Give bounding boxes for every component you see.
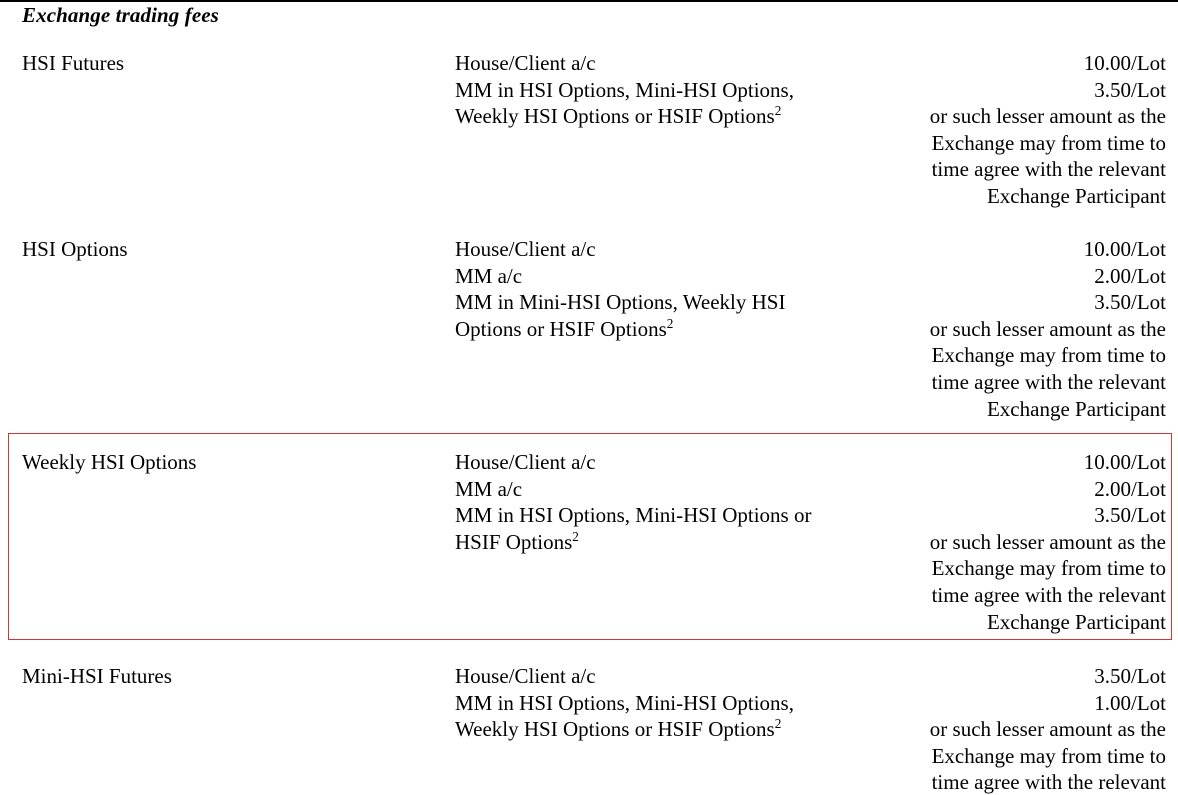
fee-rate-note: Exchange Participant xyxy=(986,396,1166,421)
page-title: Exchange trading fees xyxy=(22,3,219,27)
fee-rate-note: Exchange may from time to xyxy=(931,743,1166,768)
fee-basis-line: Weekly HSI Options or HSIF Options2 xyxy=(455,716,885,743)
fee-basis-line: HSIF Options2 xyxy=(455,529,885,556)
fee-basis-line-text: Weekly HSI Options or HSIF Options xyxy=(455,104,775,129)
document-page: Exchange trading fees HSI Futures House/… xyxy=(0,0,1178,795)
fee-rate-note: time agree with the relevant xyxy=(931,770,1166,795)
fee-basis-line: House/Client a/c xyxy=(455,51,596,75)
fee-rate-note: or such lesser amount as the xyxy=(929,104,1166,129)
fee-rate-cell: 10.00/Lot 2.00/Lot 3.50/Lot or such less… xyxy=(866,236,1166,422)
fee-rate-value: 1.00/Lot xyxy=(1094,690,1166,715)
fee-rate-note: Exchange may from time to xyxy=(931,130,1166,155)
fee-rate-note: Exchange Participant xyxy=(986,609,1166,634)
footnote-marker: 2 xyxy=(774,103,782,119)
product-name: Weekly HSI Options xyxy=(22,450,197,474)
fee-rate-note: or such lesser amount as the xyxy=(929,316,1166,341)
fee-basis-cell: House/Client a/c MM a/c MM in Mini-HSI O… xyxy=(455,236,885,342)
fee-basis-line-text: Weekly HSI Options or HSIF Options xyxy=(455,717,775,742)
fee-rate-value: 3.50/Lot xyxy=(1094,77,1166,102)
fee-basis-line: Weekly HSI Options or HSIF Options2 xyxy=(455,103,885,130)
fee-rate-cell: 10.00/Lot 3.50/Lot or such lesser amount… xyxy=(866,50,1166,210)
fee-rate-cell: 3.50/Lot 1.00/Lot or such lesser amount … xyxy=(866,663,1166,795)
fee-basis-line: House/Client a/c xyxy=(455,450,596,474)
fee-rate-note: or such lesser amount as the xyxy=(929,529,1166,554)
product-name: HSI Options xyxy=(22,237,128,261)
fee-rate-note: time agree with the relevant xyxy=(931,157,1166,182)
fee-rate-value: 2.00/Lot xyxy=(1094,476,1166,501)
fee-rate-note: time agree with the relevant xyxy=(931,369,1166,394)
fee-rate-value: 10.00/Lot xyxy=(1083,237,1166,261)
fee-rate-note: time agree with the relevant xyxy=(931,582,1166,607)
fee-basis-line: MM a/c xyxy=(455,263,523,288)
fee-basis-line: House/Client a/c xyxy=(455,237,596,261)
fee-basis-line: MM a/c xyxy=(455,476,523,501)
fee-rate-value: 3.50/Lot xyxy=(1094,290,1166,315)
fee-basis-line: MM in Mini-HSI Options, Weekly HSI xyxy=(455,290,786,315)
fee-rate-value: 3.50/Lot xyxy=(1094,664,1166,688)
fee-rate-note: Exchange may from time to xyxy=(931,556,1166,581)
footnote-marker: 2 xyxy=(774,716,782,732)
product-name: Mini-HSI Futures xyxy=(22,664,172,688)
fee-basis-line: Options or HSIF Options2 xyxy=(455,316,885,343)
fee-basis-line-text: HSIF Options xyxy=(455,529,573,554)
fee-rate-value: 10.00/Lot xyxy=(1083,51,1166,75)
fee-rate-note: Exchange Participant xyxy=(986,183,1166,208)
fee-basis-line-text: Options or HSIF Options xyxy=(455,316,667,341)
fee-basis-cell: House/Client a/c MM in HSI Options, Mini… xyxy=(455,50,885,130)
fee-rate-value: 3.50/Lot xyxy=(1094,503,1166,528)
fee-rate-value: 10.00/Lot xyxy=(1083,450,1166,474)
fee-basis-line: MM in HSI Options, Mini-HSI Options or xyxy=(455,503,812,528)
fee-rate-cell: 10.00/Lot 2.00/Lot 3.50/Lot or such less… xyxy=(866,449,1166,635)
fee-basis-cell: House/Client a/c MM in HSI Options, Mini… xyxy=(455,663,885,743)
fee-rate-note: Exchange may from time to xyxy=(931,343,1166,368)
product-name: HSI Futures xyxy=(22,51,125,75)
fee-basis-cell: House/Client a/c MM a/c MM in HSI Option… xyxy=(455,449,885,555)
fee-basis-line: MM in HSI Options, Mini-HSI Options, xyxy=(455,77,794,102)
fee-basis-line: House/Client a/c xyxy=(455,664,596,688)
fee-rate-value: 2.00/Lot xyxy=(1094,263,1166,288)
footnote-marker: 2 xyxy=(666,315,674,331)
fee-rate-note: or such lesser amount as the xyxy=(929,717,1166,742)
fee-basis-line: MM in HSI Options, Mini-HSI Options, xyxy=(455,690,794,715)
footnote-marker: 2 xyxy=(572,528,579,544)
